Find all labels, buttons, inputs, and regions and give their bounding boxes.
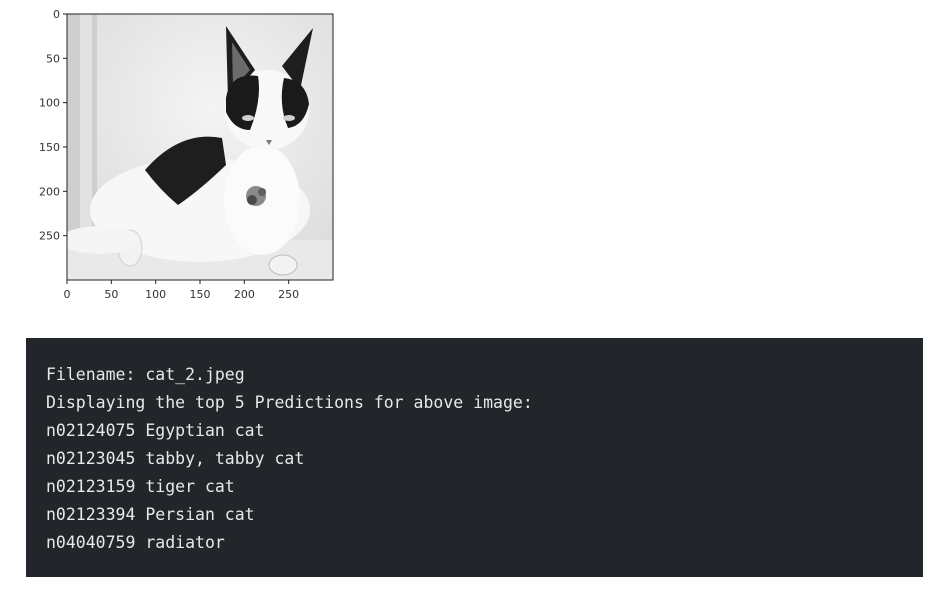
prediction-line: n02124075 Egyptian cat — [46, 421, 265, 440]
x-tick-label: 100 — [145, 288, 166, 301]
image-figure: 0 50 100 150 200 250 0 50 100 150 200 250 — [0, 0, 360, 310]
y-axis: 0 50 100 150 200 250 — [39, 8, 67, 243]
x-tick-label: 150 — [190, 288, 211, 301]
x-axis: 0 50 100 150 200 250 — [64, 280, 299, 301]
prediction-line: n02123394 Persian cat — [46, 505, 255, 524]
x-tick-label: 250 — [278, 288, 299, 301]
cat-photo — [67, 14, 333, 280]
y-tick-label: 200 — [39, 185, 60, 198]
filename-line: Filename: cat_2.jpeg — [46, 365, 245, 384]
x-tick-label: 50 — [104, 288, 118, 301]
x-tick-label: 200 — [234, 288, 255, 301]
prediction-line: n02123045 tabby, tabby cat — [46, 449, 305, 468]
prediction-line: n04040759 radiator — [46, 533, 225, 552]
prediction-line: n02123159 tiger cat — [46, 477, 235, 496]
cell-output-panel: Filename: cat_2.jpeg Displaying the top … — [26, 338, 923, 577]
y-tick-label: 0 — [53, 8, 60, 21]
x-tick-label: 0 — [64, 288, 71, 301]
y-tick-label: 150 — [39, 141, 60, 154]
y-tick-label: 250 — [39, 230, 60, 243]
predictions-heading: Displaying the top 5 Predictions for abo… — [46, 393, 533, 412]
y-tick-label: 50 — [46, 52, 60, 65]
y-tick-label: 100 — [39, 97, 60, 110]
image-plot: 0 50 100 150 200 250 0 50 100 150 200 250 — [39, 8, 334, 301]
notebook-page: 0 50 100 150 200 250 0 50 100 150 200 250 Filename… — [0, 0, 947, 592]
